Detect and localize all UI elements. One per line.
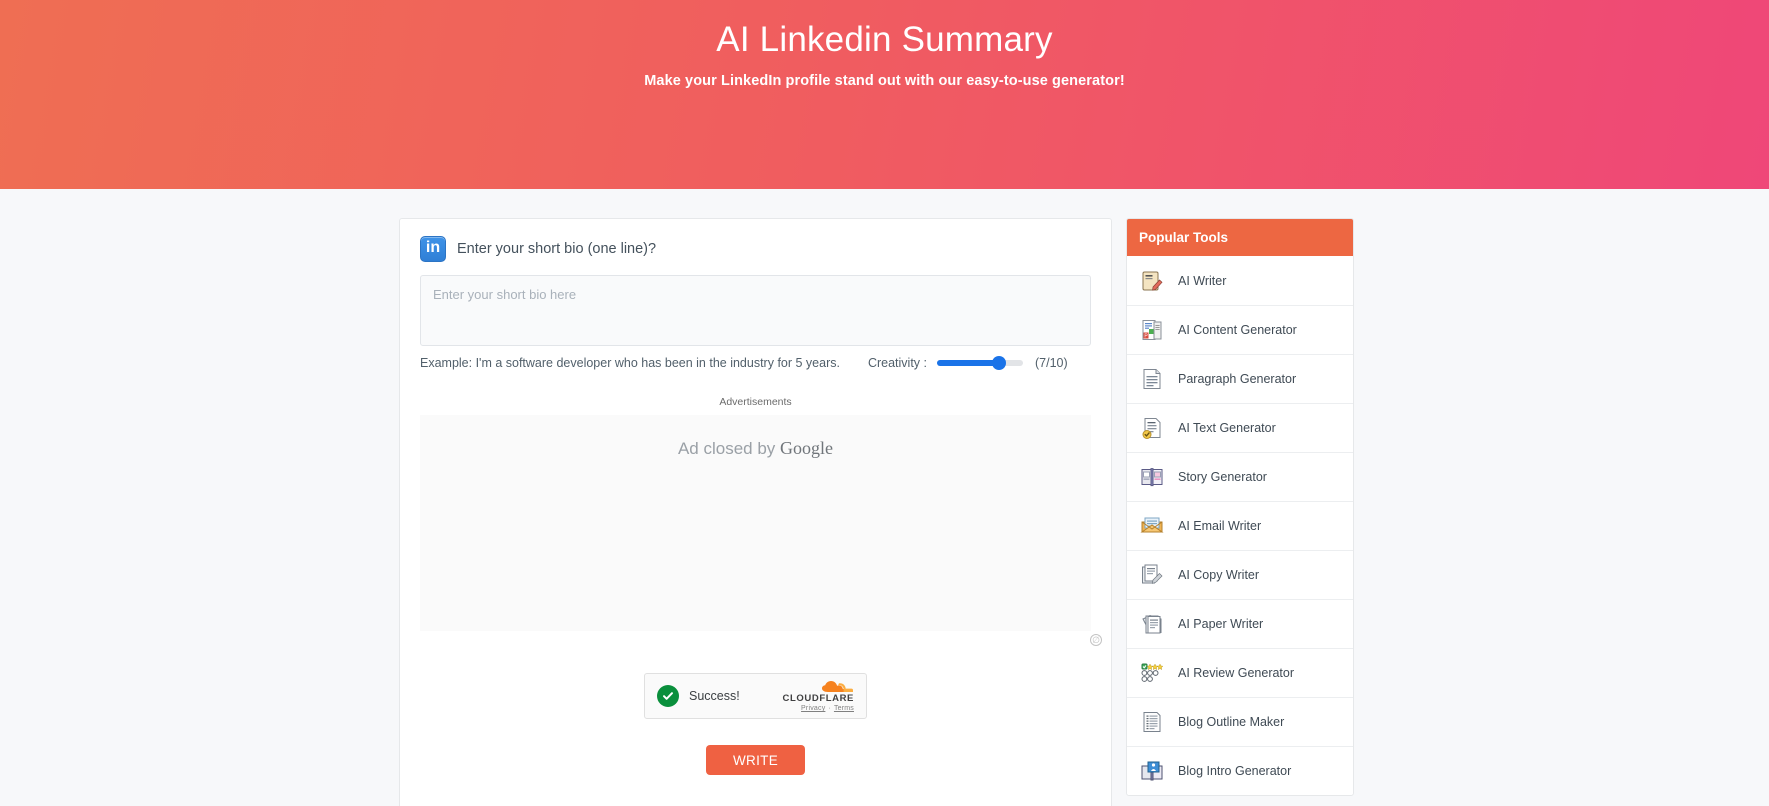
document-lines-icon bbox=[1139, 365, 1165, 393]
sidebar-item-label: AI Email Writer bbox=[1178, 519, 1262, 533]
turnstile-wrapper: Success! CLOUDFLARE Privacy · Terms bbox=[400, 673, 1111, 719]
short-bio-input[interactable] bbox=[420, 275, 1091, 346]
sidebar-header: Popular Tools bbox=[1127, 219, 1353, 256]
sidebar-item-label: AI Writer bbox=[1178, 273, 1227, 288]
paper-stack-icon bbox=[1139, 610, 1165, 638]
slider-fill bbox=[937, 360, 999, 366]
bio-input-wrapper bbox=[400, 275, 1111, 346]
sidebar-item-label: AI Review Generator bbox=[1178, 666, 1295, 680]
creativity-label: Creativity : bbox=[867, 356, 928, 370]
sidebar-item-label: AI Copy Writer bbox=[1178, 568, 1260, 582]
write-button[interactable]: WRITE bbox=[706, 745, 805, 775]
sidebar-item-blog-outline-maker[interactable]: Blog Outline Maker bbox=[1127, 697, 1353, 746]
cloudflare-turnstile-widget[interactable]: Success! CLOUDFLARE Privacy · Terms bbox=[644, 673, 867, 719]
google-wordmark: Google bbox=[780, 438, 834, 458]
star-rating-icon bbox=[1139, 659, 1165, 687]
sidebar-item-label: AI Text Generator bbox=[1178, 421, 1276, 435]
sidebar-item-label: AI Content Generator bbox=[1178, 323, 1297, 337]
adchoices-icon[interactable]: ∅ bbox=[1090, 634, 1102, 646]
ad-closed-message: Ad closed by Google bbox=[420, 415, 1091, 459]
check-circle-icon bbox=[657, 685, 679, 707]
page-subtitle: Make your LinkedIn profile stand out wit… bbox=[644, 73, 1125, 90]
sidebar-item-blog-intro-generator[interactable]: Blog Intro Generator bbox=[1127, 746, 1353, 795]
submit-wrapper: WRITE bbox=[400, 745, 1111, 799]
envelope-icon bbox=[1139, 512, 1165, 540]
outline-document-icon bbox=[1139, 708, 1165, 736]
turnstile-terms-link[interactable]: Terms bbox=[834, 705, 854, 712]
open-book-icon bbox=[1139, 463, 1165, 491]
sidebar-item-label: Story Generator bbox=[1178, 470, 1267, 484]
tool-list: AI Writer P AI Content Generator Paragraph … bbox=[1127, 256, 1353, 795]
sidebar-item-ai-review-generator[interactable]: AI Review Generator bbox=[1127, 648, 1353, 697]
sidebar-item-story-generator[interactable]: Story Generator bbox=[1127, 452, 1353, 501]
linkedin-icon-text: in bbox=[425, 239, 441, 256]
creativity-value: (7/10) bbox=[1035, 356, 1068, 370]
generator-card: in Enter your short bio (one line)? Exam… bbox=[399, 218, 1112, 806]
popular-tools-sidebar: Popular Tools AI Writer P AI Content Gener… bbox=[1126, 218, 1354, 796]
ad-closed-prefix: Ad closed by bbox=[677, 439, 781, 458]
sidebar-item-label: AI Paper Writer bbox=[1178, 617, 1264, 631]
sidebar-item-label: Blog Outline Maker bbox=[1178, 715, 1285, 729]
advertisements-label: Advertisements bbox=[719, 396, 792, 408]
turnstile-link-separator: · bbox=[828, 705, 831, 713]
page-hero: AI Linkedin Summary Make your LinkedIn p… bbox=[0, 0, 1769, 189]
sidebar-item-label: Blog Intro Generator bbox=[1178, 764, 1292, 778]
sidebar-item-ai-writer[interactable]: AI Writer bbox=[1127, 256, 1353, 305]
sidebar-item-ai-paper-writer[interactable]: AI Paper Writer bbox=[1127, 599, 1353, 648]
document-check-icon bbox=[1139, 414, 1165, 442]
content-layout: in Enter your short bio (one line)? Exam… bbox=[399, 218, 1354, 806]
card-header: in Enter your short bio (one line)? bbox=[400, 219, 1111, 275]
sidebar-item-label: Paragraph Generator bbox=[1178, 372, 1297, 386]
cloudflare-cloud-icon bbox=[820, 680, 854, 693]
notepad-pencil-icon bbox=[1139, 267, 1165, 295]
sidebar-item-ai-text-generator[interactable]: AI Text Generator bbox=[1127, 403, 1353, 452]
bio-meta-row: Example: I'm a software developer who ha… bbox=[400, 346, 1111, 370]
sidebar-item-paragraph-generator[interactable]: Paragraph Generator bbox=[1127, 354, 1353, 403]
bio-example-text: Example: I'm a software developer who ha… bbox=[420, 356, 840, 370]
slider-thumb[interactable] bbox=[992, 356, 1007, 370]
ad-container: Ad closed by Google ∅ bbox=[420, 415, 1102, 646]
cloudflare-wordmark: CLOUDFLARE bbox=[782, 692, 854, 704]
page-body: in Enter your short bio (one line)? Exam… bbox=[0, 189, 1769, 806]
sidebar-item-ai-copy-writer[interactable]: AI Copy Writer bbox=[1127, 550, 1353, 599]
book-person-icon bbox=[1139, 757, 1165, 785]
document-media-icon: P bbox=[1139, 316, 1165, 344]
linkedin-icon: in bbox=[420, 236, 446, 262]
turnstile-status-text: Success! bbox=[689, 689, 740, 703]
creativity-slider[interactable] bbox=[937, 356, 1024, 370]
sidebar-item-ai-content-generator[interactable]: P AI Content Generator bbox=[1127, 305, 1353, 354]
page-title: AI Linkedin Summary bbox=[716, 20, 1053, 59]
bio-question-label: Enter your short bio (one line)? bbox=[457, 241, 657, 257]
sidebar-item-ai-email-writer[interactable]: AI Email Writer bbox=[1127, 501, 1353, 550]
cloudflare-brand: CLOUDFLARE Privacy · Terms bbox=[783, 680, 854, 712]
copy-documents-pencil-icon bbox=[1139, 561, 1165, 589]
turnstile-privacy-link[interactable]: Privacy bbox=[801, 705, 825, 712]
turnstile-links: Privacy · Terms bbox=[783, 705, 854, 712]
